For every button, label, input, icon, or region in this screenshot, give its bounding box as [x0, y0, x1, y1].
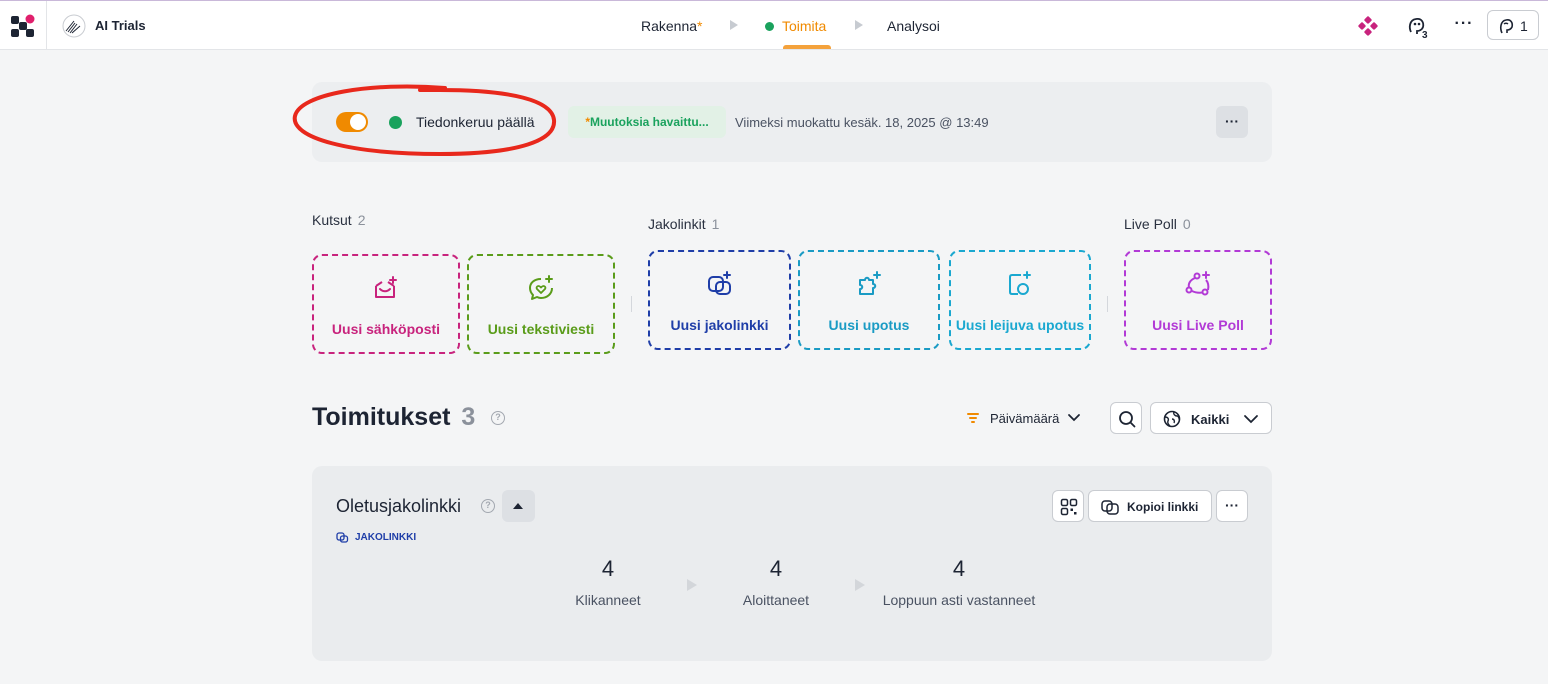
search-button[interactable] — [1110, 402, 1142, 434]
section-divider — [631, 296, 632, 312]
globe-icon — [1163, 410, 1181, 428]
delivery-more-button[interactable]: ··· — [1216, 490, 1248, 522]
user-menu-button[interactable]: 1 — [1487, 10, 1539, 40]
chevron-up-icon — [513, 503, 523, 509]
stat-value: 4 — [769, 556, 783, 581]
new-share-link-label: Uusi jakolinkki — [670, 317, 769, 333]
stat-completed: 4 Loppuun asti vastanneet — [879, 556, 1039, 608]
toggle-knob — [349, 113, 367, 131]
funnel-arrow-icon — [687, 579, 697, 591]
new-sms-label: Uusi tekstiviesti — [487, 321, 595, 337]
email-add-icon — [375, 276, 397, 298]
new-email-label: Uusi sähköposti — [331, 321, 441, 337]
section-divider — [1107, 296, 1108, 312]
help-icon[interactable]: ? — [491, 411, 505, 425]
copy-link-button[interactable]: Kopioi linkki — [1088, 490, 1212, 522]
deliveries-title: Toimitukset 3 — [312, 403, 476, 431]
new-sms-button[interactable]: Uusi tekstiviesti — [467, 254, 615, 354]
user-count: 1 — [1520, 18, 1528, 34]
more-menu-button[interactable]: ··· — [1453, 13, 1475, 37]
sort-icon — [967, 413, 979, 423]
stat-label: Loppuun asti vastanneet — [882, 592, 1036, 608]
invites-count: 2 — [357, 212, 366, 228]
share-link-add-icon — [707, 271, 731, 295]
collection-toggle[interactable] — [336, 112, 368, 132]
stat-label: Klikanneet — [575, 592, 641, 608]
copy-link-label: Kopioi linkki — [1127, 500, 1199, 514]
collection-status-label: Tiedonkeruu päällä — [416, 114, 535, 130]
live-status-dot — [765, 22, 774, 31]
status-more-button[interactable]: ··· — [1216, 106, 1248, 138]
live-poll-section-title: Live Poll 0 — [1124, 216, 1191, 232]
apps-icon[interactable] — [1356, 14, 1380, 38]
changes-detected-badge[interactable]: *Muutoksia havaittu... — [568, 106, 726, 138]
step-build[interactable]: Rakenna* — [641, 18, 703, 34]
search-icon — [1119, 411, 1136, 428]
live-poll-count: 0 — [1182, 216, 1191, 232]
stat-value: 4 — [952, 556, 966, 581]
invites-section-title: Kutsut 2 — [312, 212, 366, 228]
deliveries-count: 3 — [461, 403, 476, 431]
new-email-button[interactable]: Uusi sähköposti — [312, 254, 460, 354]
stat-label: Aloittaneet — [742, 592, 810, 608]
collection-status-card: Tiedonkeruu päällä *Muutoksia havaittu..… — [312, 82, 1272, 162]
last-edited-text: Viimeksi muokattu kesäk. 18, 2025 @ 13:4… — [735, 115, 989, 130]
workflow-steps: Rakenna* Toimita Analysoi — [0, 1, 1548, 50]
new-floating-embed-label: Uusi leijuva upotus — [955, 317, 1085, 333]
collection-live-dot — [389, 116, 402, 129]
step-arrow-icon — [855, 20, 863, 30]
delivery-name[interactable]: Oletusjakolinkki — [336, 496, 461, 517]
share-links-count: 1 — [711, 216, 720, 232]
new-floating-embed-button[interactable]: Uusi leijuva upotus — [949, 250, 1091, 350]
floating-embed-add-icon — [1009, 271, 1031, 295]
top-bar: AI Trials Rakenna* Toimita Analysoi 3 ··… — [0, 0, 1548, 50]
chevron-down-icon — [1244, 415, 1258, 424]
qr-code-icon — [1060, 498, 1078, 516]
sort-label: Päivämäärä — [990, 411, 1060, 426]
chevron-down-icon — [1068, 414, 1080, 422]
unsaved-marker: * — [697, 18, 703, 34]
step-arrow-icon — [730, 20, 738, 30]
embed-add-icon — [859, 271, 881, 295]
share-links-section-title: Jakolinkit 1 — [648, 216, 720, 232]
channel-filter-dropdown[interactable]: Kaikki — [1150, 402, 1272, 434]
stat-clicked: 4 Klikanneet — [568, 556, 648, 608]
qr-code-button[interactable] — [1052, 490, 1084, 522]
funnel-arrow-icon — [855, 579, 865, 591]
new-share-link-button[interactable]: Uusi jakolinkki — [648, 250, 791, 350]
live-poll-add-icon — [1185, 271, 1210, 296]
step-deliver[interactable]: Toimita — [765, 18, 826, 34]
active-step-indicator — [783, 45, 831, 49]
new-embed-label: Uusi upotus — [828, 317, 910, 333]
collaborators-count: 3 — [1422, 30, 1428, 41]
filter-label: Kaikki — [1191, 412, 1230, 427]
stat-started: 4 Aloittaneet — [736, 556, 816, 608]
collapse-button[interactable] — [502, 490, 535, 522]
help-icon[interactable]: ? — [481, 499, 495, 513]
new-live-poll-label: Uusi Live Poll — [1152, 317, 1244, 333]
user-icon — [1500, 19, 1514, 34]
sms-add-icon — [529, 275, 553, 300]
stat-value: 4 — [601, 556, 615, 581]
step-analyze[interactable]: Analysoi — [887, 18, 940, 34]
copy-link-icon — [1101, 500, 1119, 515]
share-link-icon — [336, 532, 349, 543]
new-embed-button[interactable]: Uusi upotus — [798, 250, 940, 350]
delivery-card: Oletusjakolinkki ? JAKOLINKKI Kopioi lin… — [312, 466, 1272, 661]
new-live-poll-button[interactable]: Uusi Live Poll — [1124, 250, 1272, 350]
